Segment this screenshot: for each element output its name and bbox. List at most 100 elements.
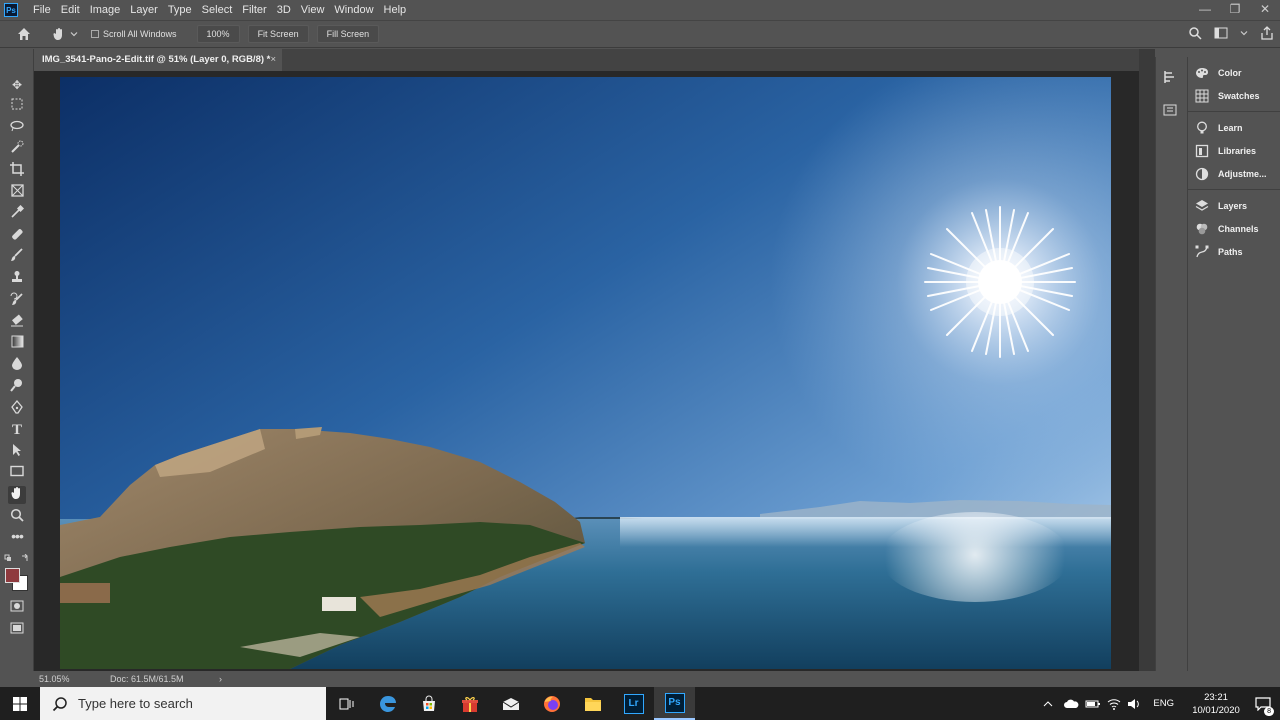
menu-bar: Ps File Edit Image Layer Type Select Fil… xyxy=(0,0,1280,20)
marquee-icon[interactable] xyxy=(8,97,26,115)
scroll-all-checkbox[interactable] xyxy=(91,30,99,38)
file-explorer-icon[interactable] xyxy=(572,687,613,720)
battery-icon[interactable] xyxy=(1085,699,1101,709)
rectangle-icon[interactable] xyxy=(8,464,26,482)
fill-screen-button[interactable]: Fill Screen xyxy=(316,25,380,43)
task-view-icon[interactable] xyxy=(326,687,367,720)
fit-screen-button[interactable]: Fit Screen xyxy=(247,25,309,43)
minimize-button[interactable]: — xyxy=(1190,0,1220,20)
frame-icon[interactable] xyxy=(8,184,26,202)
status-menu-arrow[interactable]: › xyxy=(219,671,222,687)
zoom-100-button[interactable]: 100% xyxy=(196,25,240,43)
more-icon[interactable]: ••• xyxy=(8,529,26,547)
canvas-photo[interactable] xyxy=(60,77,1111,669)
search-icon xyxy=(52,696,67,711)
paths-icon xyxy=(1195,245,1209,257)
close-tab-icon[interactable]: × xyxy=(270,49,276,71)
panel-color[interactable]: Color xyxy=(1188,61,1280,84)
start-button[interactable] xyxy=(0,687,40,720)
zoom-icon[interactable] xyxy=(8,508,26,526)
lasso-icon[interactable] xyxy=(8,119,26,137)
menu-view[interactable]: View xyxy=(296,0,330,20)
restore-button[interactable]: ❐ xyxy=(1220,0,1250,20)
stamp-icon[interactable] xyxy=(8,270,26,288)
zoom-level[interactable]: 51.05% xyxy=(39,671,70,687)
panel-swatches[interactable]: Swatches xyxy=(1188,84,1280,107)
clock-time: 23:21 xyxy=(1204,691,1228,703)
lightroom-icon[interactable]: Lr xyxy=(613,687,654,720)
share-icon[interactable] xyxy=(1260,26,1274,40)
volume-icon[interactable] xyxy=(1127,698,1141,710)
menu-filter[interactable]: Filter xyxy=(237,0,271,20)
swap-colors-icon[interactable] xyxy=(4,553,30,564)
menu-edit[interactable]: Edit xyxy=(56,0,85,20)
canvas-area[interactable] xyxy=(34,71,1139,671)
healing-icon[interactable] xyxy=(8,227,26,245)
wifi-icon[interactable] xyxy=(1107,698,1121,710)
screen-mode-icon[interactable] xyxy=(8,621,26,639)
photoshop-icon[interactable]: Ps xyxy=(654,687,695,720)
eyedropper-icon[interactable] xyxy=(8,204,26,223)
panel-label-layers: Layers xyxy=(1218,200,1248,211)
panel-libraries[interactable]: Libraries xyxy=(1188,139,1280,162)
foreground-color-swatch[interactable] xyxy=(5,568,20,583)
store-icon[interactable] xyxy=(408,687,449,720)
menu-layer[interactable]: Layer xyxy=(125,0,163,20)
notification-count: 8 xyxy=(1264,707,1274,716)
workspace-icon[interactable] xyxy=(1214,27,1228,39)
canvas-scroll-strip[interactable] xyxy=(1139,49,1155,671)
menu-select[interactable]: Select xyxy=(197,0,238,20)
edge-icon[interactable] xyxy=(367,687,408,720)
scroll-all-label: Scroll All Windows xyxy=(103,29,177,39)
gradient-icon[interactable] xyxy=(8,335,26,353)
menu-window[interactable]: Window xyxy=(329,0,378,20)
photoshop-logo: Ps xyxy=(4,3,18,17)
mail-icon[interactable] xyxy=(490,687,531,720)
gift-icon[interactable] xyxy=(449,687,490,720)
type-icon[interactable]: T xyxy=(8,421,26,439)
menu-type[interactable]: Type xyxy=(163,0,197,20)
panel-learn[interactable]: Learn xyxy=(1188,116,1280,139)
panel-channels[interactable]: Channels xyxy=(1188,217,1280,240)
windows-icon xyxy=(13,696,27,711)
menu-help[interactable]: Help xyxy=(379,0,412,20)
firefox-icon[interactable] xyxy=(531,687,572,720)
menu-image[interactable]: Image xyxy=(85,0,126,20)
clock[interactable]: 23:21 10/01/2020 xyxy=(1186,691,1246,717)
document-tabs: IMG_3541-Pano-2-Edit.tif @ 51% (Layer 0,… xyxy=(34,49,1139,71)
hand-tool-preset-icon[interactable] xyxy=(52,27,66,41)
pen-icon[interactable] xyxy=(8,399,26,418)
notification-center[interactable]: 8 xyxy=(1246,687,1280,720)
eraser-icon[interactable] xyxy=(8,313,26,331)
quick-select-icon[interactable] xyxy=(8,140,26,158)
document-tab[interactable]: IMG_3541-Pano-2-Edit.tif @ 51% (Layer 0,… xyxy=(34,49,282,71)
panel-label-swatches: Swatches xyxy=(1218,90,1260,101)
dodge-icon[interactable] xyxy=(8,378,26,396)
language-indicator[interactable]: ENG xyxy=(1153,698,1174,709)
search-icon[interactable] xyxy=(1188,26,1202,40)
close-window-button[interactable]: ✕ xyxy=(1250,0,1280,20)
menu-file[interactable]: File xyxy=(28,0,56,20)
chevron-down-icon[interactable] xyxy=(70,30,78,38)
panel-adjustments[interactable]: Adjustme... xyxy=(1188,162,1280,185)
onedrive-icon[interactable] xyxy=(1063,699,1079,709)
brush-icon[interactable] xyxy=(8,248,26,266)
chevron-down-icon[interactable] xyxy=(1240,29,1248,37)
path-select-icon[interactable] xyxy=(8,443,26,461)
properties-panel-icon[interactable] xyxy=(1162,102,1178,118)
panel-layers[interactable]: Layers xyxy=(1188,194,1280,217)
panel-label-paths: Paths xyxy=(1218,246,1243,257)
menu-3d[interactable]: 3D xyxy=(272,0,296,20)
lightroom-label: Lr xyxy=(623,693,644,714)
move-icon[interactable]: ✥ xyxy=(8,76,26,94)
blur-icon[interactable] xyxy=(8,356,26,374)
home-icon[interactable] xyxy=(16,26,32,42)
hand-icon[interactable] xyxy=(8,486,26,504)
chevron-up-icon[interactable] xyxy=(1043,700,1053,708)
history-brush-icon[interactable] xyxy=(8,292,26,310)
history-panel-icon[interactable] xyxy=(1162,69,1178,85)
taskbar-search[interactable]: Type here to search xyxy=(40,687,326,720)
panel-paths[interactable]: Paths xyxy=(1188,240,1280,263)
quick-mask-icon[interactable] xyxy=(8,599,26,617)
crop-icon[interactable] xyxy=(8,162,26,180)
